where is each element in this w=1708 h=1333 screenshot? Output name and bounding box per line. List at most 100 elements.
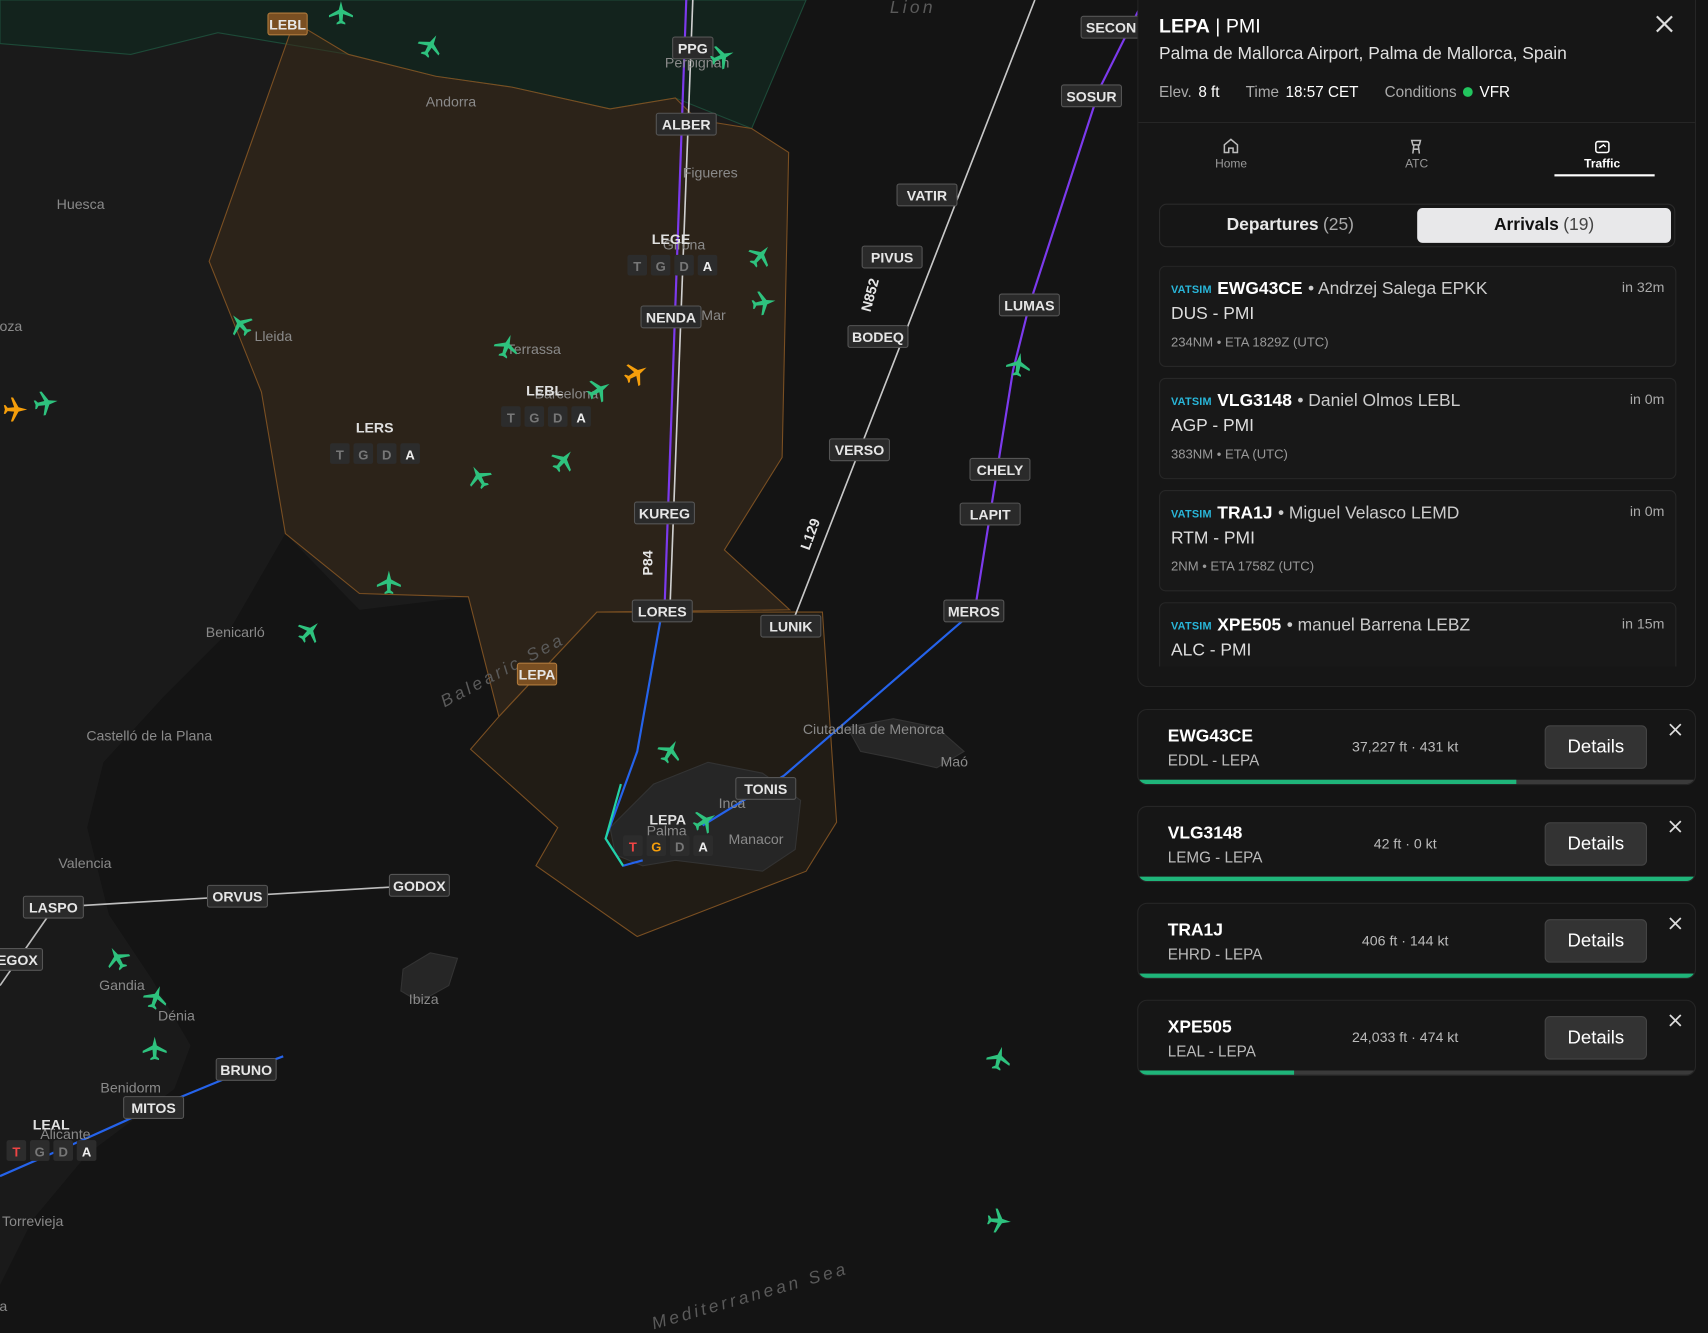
fir-tag-label: LEBL	[269, 16, 306, 32]
waypoint-kureg[interactable]: KUREG	[633, 501, 695, 525]
airport-label: LEAL	[33, 1116, 70, 1132]
close-icon[interactable]	[1667, 818, 1684, 835]
close-icon[interactable]	[1667, 1012, 1684, 1029]
traffic-toggle: Departures (25) Arrivals (19)	[1159, 203, 1676, 248]
waypoint-nenda[interactable]: NENDA	[640, 305, 702, 329]
details-button[interactable]: Details	[1544, 725, 1648, 769]
airport-label: LEBL	[526, 382, 563, 398]
flight-card[interactable]: VLG3148 LEMG - LEPA 42 ft · 0 kt Details	[1137, 805, 1697, 883]
close-icon[interactable]	[1667, 915, 1684, 932]
flight-card[interactable]: XPE505 LEAL - LEPA 24,033 ft · 474 kt De…	[1137, 999, 1697, 1076]
traffic-icon	[1594, 140, 1610, 153]
progress-bar	[1138, 1070, 1295, 1075]
waypoint-ppg[interactable]: PPG	[672, 36, 714, 60]
departures-toggle[interactable]: Departures (25)	[1163, 208, 1417, 243]
waypoint-chely[interactable]: CHELY	[969, 457, 1031, 481]
atc-letter: D	[382, 448, 391, 463]
atc-letter: G	[656, 259, 666, 274]
arrival-card[interactable]: VATSIM TRA1J • Miguel Velasco LEMD RTM -…	[1159, 490, 1677, 592]
waypoint-pivus[interactable]: PIVUS	[861, 245, 923, 269]
city-label: Gandia	[99, 977, 145, 993]
waypoint-label: BODEQ	[852, 329, 904, 345]
arrival-card[interactable]: VATSIM EWG43CE • Andrzej Salega EPKK DUS…	[1159, 265, 1677, 367]
waypoint-mitos[interactable]: MITOS	[123, 1096, 185, 1119]
airport-title: LEPA | PMI	[1159, 15, 1261, 38]
departures-count: (25)	[1322, 215, 1354, 235]
waypoint-tonis[interactable]: TONIS	[735, 777, 797, 800]
flight-status: 37,227 ft · 431 kt	[1352, 738, 1459, 755]
atc-letter: G	[529, 411, 539, 426]
progress-bar	[1138, 779, 1517, 785]
waypoint-orvus[interactable]: ORVUS	[206, 884, 268, 908]
elev-value: 8 ft	[1198, 82, 1220, 101]
city-label: Huesca	[57, 196, 105, 212]
waypoint-lapit[interactable]: LAPIT	[959, 502, 1021, 526]
fir-tag[interactable]: LEBL	[267, 12, 308, 36]
tab-atc[interactable]: ATC	[1324, 129, 1510, 179]
conditions-value: VFR	[1479, 82, 1511, 101]
atc-letter: G	[35, 1145, 45, 1160]
city-label: Maó	[940, 754, 968, 770]
arrival-route: DUS - PMI	[1170, 304, 1255, 324]
city-label: Valencia	[58, 855, 111, 871]
arrival-eta: in 15m	[1621, 615, 1665, 632]
waypoint-sosur[interactable]: SOSUR	[1060, 84, 1122, 108]
fir-tag[interactable]: LEPA	[516, 662, 558, 686]
waypoint-bruno[interactable]: BRUNO	[215, 1057, 277, 1081]
flight-route: LEMG - LEPA	[1167, 848, 1263, 866]
waypoint-label: MITOS	[131, 1100, 176, 1116]
flight-card[interactable]: TRA1J EHRD - LEPA 406 ft · 144 kt Detail…	[1137, 902, 1697, 980]
waypoint-label: LORES	[638, 603, 687, 619]
atc-letter: T	[507, 411, 515, 426]
arrival-card[interactable]: VATSIM VLG3148 • Daniel Olmos LEBL AGP -…	[1159, 377, 1677, 480]
city-label: Figueres	[683, 165, 738, 181]
arrival-pilot: • Miguel Velasco LEMD	[1277, 504, 1460, 523]
waypoint-verso[interactable]: VERSO	[828, 438, 890, 462]
time-label: Time	[1245, 82, 1280, 101]
flight-route: EHRD - LEPA	[1167, 945, 1263, 963]
waypoint-vatir[interactable]: VATIR	[896, 183, 958, 207]
details-button[interactable]: Details	[1544, 919, 1648, 963]
waypoint-laspo[interactable]: LASPO	[22, 895, 84, 919]
waypoint-lumas[interactable]: LUMAS	[998, 293, 1060, 317]
airport-label: LEGE	[652, 231, 691, 247]
tab-home[interactable]: Home	[1138, 129, 1324, 179]
arrival-card[interactable]: VATSIM XPE505 • manuel Barrena LEBZ ALC …	[1159, 602, 1677, 667]
sea-label: Lion	[890, 0, 936, 17]
flight-status: 406 ft · 144 kt	[1361, 932, 1449, 949]
arrival-eta: in 0m	[1629, 503, 1665, 520]
aircraft-shape	[987, 1208, 1011, 1233]
atc-letter: D	[58, 1145, 67, 1160]
close-icon[interactable]	[1667, 721, 1684, 738]
atc-letter: T	[633, 259, 641, 274]
sea-label: Mediterranean Sea	[649, 1258, 850, 1333]
tab-traffic[interactable]: Traffic	[1509, 129, 1695, 179]
waypoint-label: KUREG	[639, 505, 690, 521]
flight-callsign: VLG3148	[1167, 824, 1243, 843]
waypoint-label: ORVUS	[212, 889, 262, 905]
flight-card[interactable]: EWG43CE EDDL - LEPA 37,227 ft · 431 kt D…	[1137, 708, 1697, 786]
arrivals-list[interactable]: VATSIM EWG43CE • Andrzej Salega EPKK DUS…	[1159, 265, 1677, 667]
waypoint-egox[interactable]: EGOX	[0, 947, 44, 971]
waypoint-secon[interactable]: SECON	[1080, 15, 1142, 39]
waypoint-label: PIVUS	[871, 249, 913, 265]
waypoint-meros[interactable]: MEROS	[943, 599, 1005, 623]
aircraft-icon[interactable]	[984, 1044, 1013, 1073]
arrival-eta: in 0m	[1629, 390, 1665, 408]
city-label: Ibiza	[409, 991, 439, 1007]
panel-tabs: Home ATC Traffic	[1138, 129, 1695, 179]
waypoint-alber[interactable]: ALBER	[655, 112, 717, 136]
aircraft-icon[interactable]	[293, 615, 327, 648]
waypoint-godox[interactable]: GODOX	[388, 873, 450, 897]
aircraft-icon[interactable]	[1005, 351, 1033, 378]
close-icon[interactable]	[1651, 11, 1677, 37]
waypoint-bodeq[interactable]: BODEQ	[847, 325, 909, 348]
waypoint-lores[interactable]: LORES	[631, 599, 693, 623]
aircraft-icon[interactable]	[986, 1208, 1011, 1234]
waypoint-lunik[interactable]: LUNIK	[760, 614, 822, 638]
details-button[interactable]: Details	[1544, 822, 1648, 866]
city-label: Benidorm	[100, 1079, 161, 1095]
details-button[interactable]: Details	[1544, 1016, 1648, 1060]
network-badge: VATSIM	[1170, 395, 1212, 408]
arrivals-toggle[interactable]: Arrivals (19)	[1417, 207, 1671, 243]
